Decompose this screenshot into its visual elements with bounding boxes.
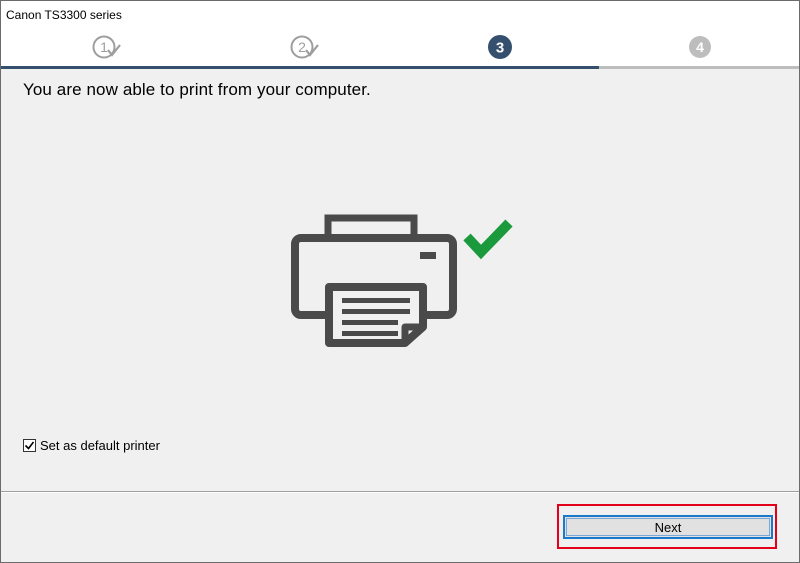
printer-icon: [291, 214, 513, 347]
page-heading: You are now able to print from your comp…: [23, 80, 371, 99]
illustration: [289, 209, 519, 359]
svg-text:3: 3: [496, 40, 504, 57]
title-bar: Canon TS3300 series: [1, 1, 799, 29]
checkmark-icon: [463, 219, 513, 260]
svg-text:2: 2: [298, 39, 306, 55]
svg-text:4: 4: [696, 39, 704, 55]
next-button-label: Next: [566, 518, 770, 536]
default-printer-checkbox[interactable]: [23, 439, 36, 452]
checkmark-small-icon: [24, 441, 35, 450]
step-indicator: 1 2 3 4: [1, 29, 799, 69]
step-2-done-icon: 2: [290, 35, 319, 59]
next-button[interactable]: Next: [563, 515, 773, 539]
step-progress-completed: [1, 66, 599, 69]
installer-window: Canon TS3300 series 1 2 3 4 You are now …: [0, 0, 800, 563]
default-printer-checkbox-row[interactable]: Set as default printer: [23, 438, 160, 453]
step-4-pending-icon: 4: [689, 36, 711, 58]
svg-text:1: 1: [100, 39, 108, 55]
footer-divider-highlight: [1, 492, 799, 493]
default-printer-label: Set as default printer: [40, 438, 160, 453]
step-1-done-icon: 1: [92, 35, 121, 59]
step-3-current-icon: 3: [488, 35, 512, 59]
step-progress-remaining: [599, 66, 799, 69]
window-title: Canon TS3300 series: [6, 8, 122, 22]
